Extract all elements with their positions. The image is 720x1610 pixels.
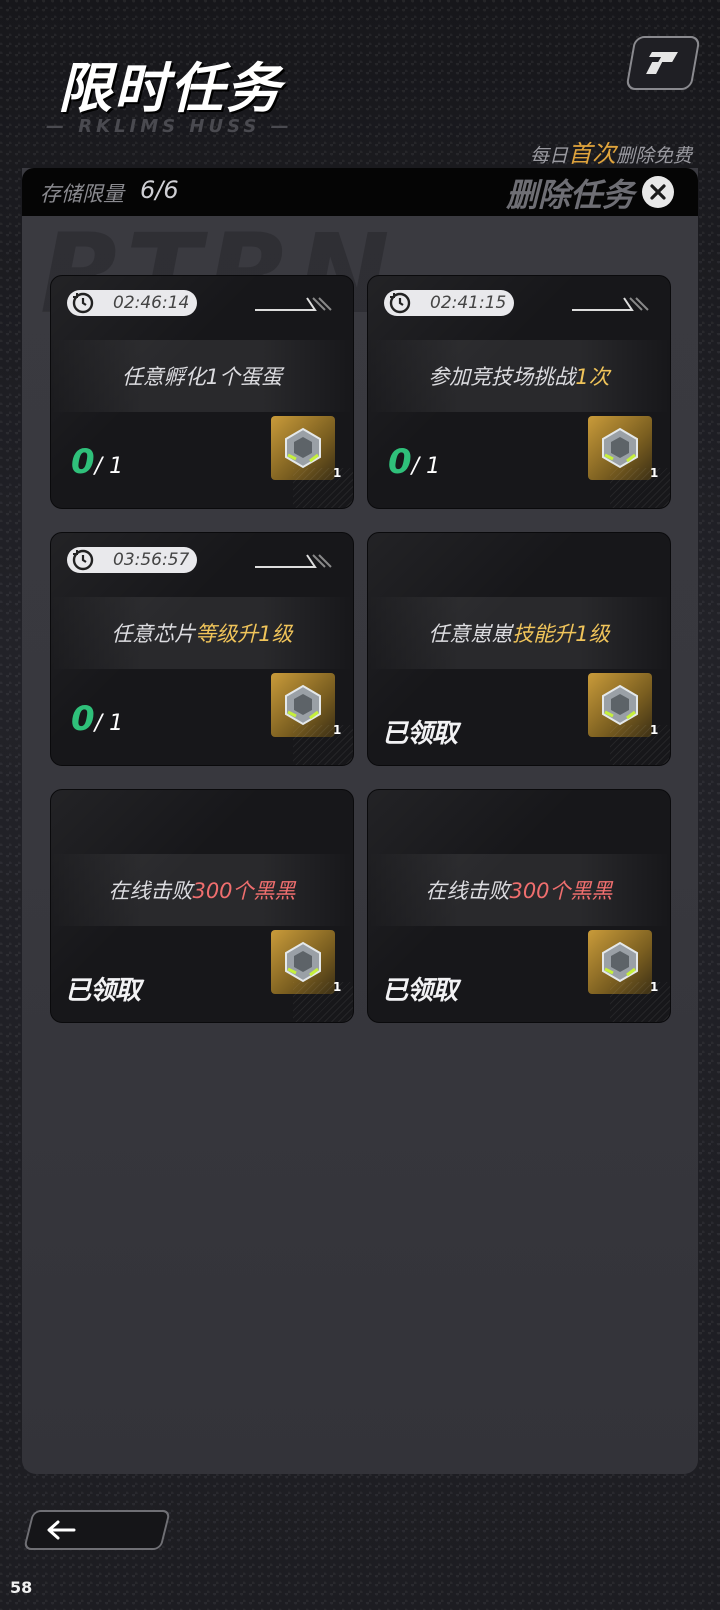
task-description: 任意孵化1个蛋蛋 [51,340,353,412]
task-timer: 03:56:57 [67,547,197,573]
close-icon [650,184,666,200]
clock-reset-icon [72,549,94,571]
task-text: 任意孵化1个蛋蛋 [121,365,283,389]
task-text: 任意崽崽 [428,622,513,646]
task-card[interactable]: 02:41:15 参加竞技场挑战 1次 0/ 1 1 [367,275,671,509]
chip-reward-icon [602,684,638,726]
timer-text: 02:41:15 [430,293,507,313]
progress-current: 0 [388,442,412,482]
task-text-highlight: 1次 [575,365,610,389]
task-text-highlight: 技能升1级 [512,622,610,646]
claimed-label: 已领取 [65,976,141,1006]
delete-task-button[interactable] [642,176,674,208]
reward-count: 1 [333,980,342,994]
task-timer: 02:46:14 [67,290,197,316]
back-button[interactable] [23,1510,171,1550]
chip-reward-icon [285,427,321,469]
task-text: 参加竞技场挑战 [428,365,576,389]
task-timer: 02:41:15 [384,290,514,316]
fps-counter: 58 [10,1578,33,1597]
claimed-label: 已领取 [382,976,458,1006]
task-card[interactable]: 在线击败 300个黑黑 已领取 1 [367,789,671,1023]
delete-task-label[interactable]: 删除任务 [506,170,634,216]
clock-reset-icon [389,292,411,314]
storage-value: 6/6 [140,176,179,204]
logo-button[interactable] [625,36,701,90]
reward-item[interactable] [271,416,335,480]
storage-bar: 存储限量 6/6 删除任务 [22,168,698,216]
reward-item[interactable] [588,416,652,480]
timer-text: 02:46:14 [113,293,190,313]
app-logo-icon [646,52,678,74]
timer-text: 03:56:57 [113,550,190,570]
task-description: 参加竞技场挑战 1次 [368,340,670,412]
progress-total: / 1 [411,454,441,479]
progress-total: / 1 [94,454,124,479]
reward-item[interactable] [271,930,335,994]
page-title: 限时任务 [58,57,282,120]
task-card[interactable]: 在线击败 300个黑黑 已领取 1 [50,789,354,1023]
progress-current: 0 [71,699,95,739]
speed-lines-decoration [255,297,332,311]
reward-item[interactable] [588,673,652,737]
task-progress: 0/ 1 [388,442,440,482]
page-subtitle: — RKLIMS HUSS — [46,116,293,137]
task-text: 任意芯片 [111,622,196,646]
arrow-left-icon [47,1520,76,1540]
reward-count: 1 [650,980,659,994]
task-text-highlight: 300个黑黑 [192,879,296,903]
chip-reward-icon [602,427,638,469]
reward-count: 1 [333,466,342,480]
task-text-highlight: 300个黑黑 [509,879,613,903]
progress-current: 0 [71,442,95,482]
reward-item[interactable] [588,930,652,994]
free-delete-note: 每日首次删除免费 [529,140,692,168]
task-description: 任意崽崽 技能升1级 [368,597,670,669]
reward-item[interactable] [271,673,335,737]
task-description: 任意芯片 等级升1级 [51,597,353,669]
task-text: 在线击败 [425,879,510,903]
task-progress: 0/ 1 [71,442,123,482]
reward-count: 1 [333,723,342,737]
storage-label: 存储限量 [40,182,124,206]
task-description: 在线击败 300个黑黑 [51,854,353,926]
reward-count: 1 [650,723,659,737]
progress-total: / 1 [94,711,124,736]
reward-count: 1 [650,466,659,480]
chip-reward-icon [285,684,321,726]
chip-reward-icon [602,941,638,983]
task-card[interactable]: 03:56:57 任意芯片 等级升1级 0/ 1 1 [50,532,354,766]
task-progress: 0/ 1 [71,699,123,739]
speed-lines-decoration [255,554,332,568]
task-card[interactable]: 任意崽崽 技能升1级 已领取 1 [367,532,671,766]
claimed-label: 已领取 [382,719,458,749]
task-description: 在线击败 300个黑黑 [368,854,670,926]
speed-lines-decoration [572,297,649,311]
clock-reset-icon [72,292,94,314]
task-text: 在线击败 [108,879,193,903]
chip-reward-icon [285,941,321,983]
task-card[interactable]: 02:46:14 任意孵化1个蛋蛋 0/ 1 1 [50,275,354,509]
task-text-highlight: 等级升1级 [195,622,293,646]
